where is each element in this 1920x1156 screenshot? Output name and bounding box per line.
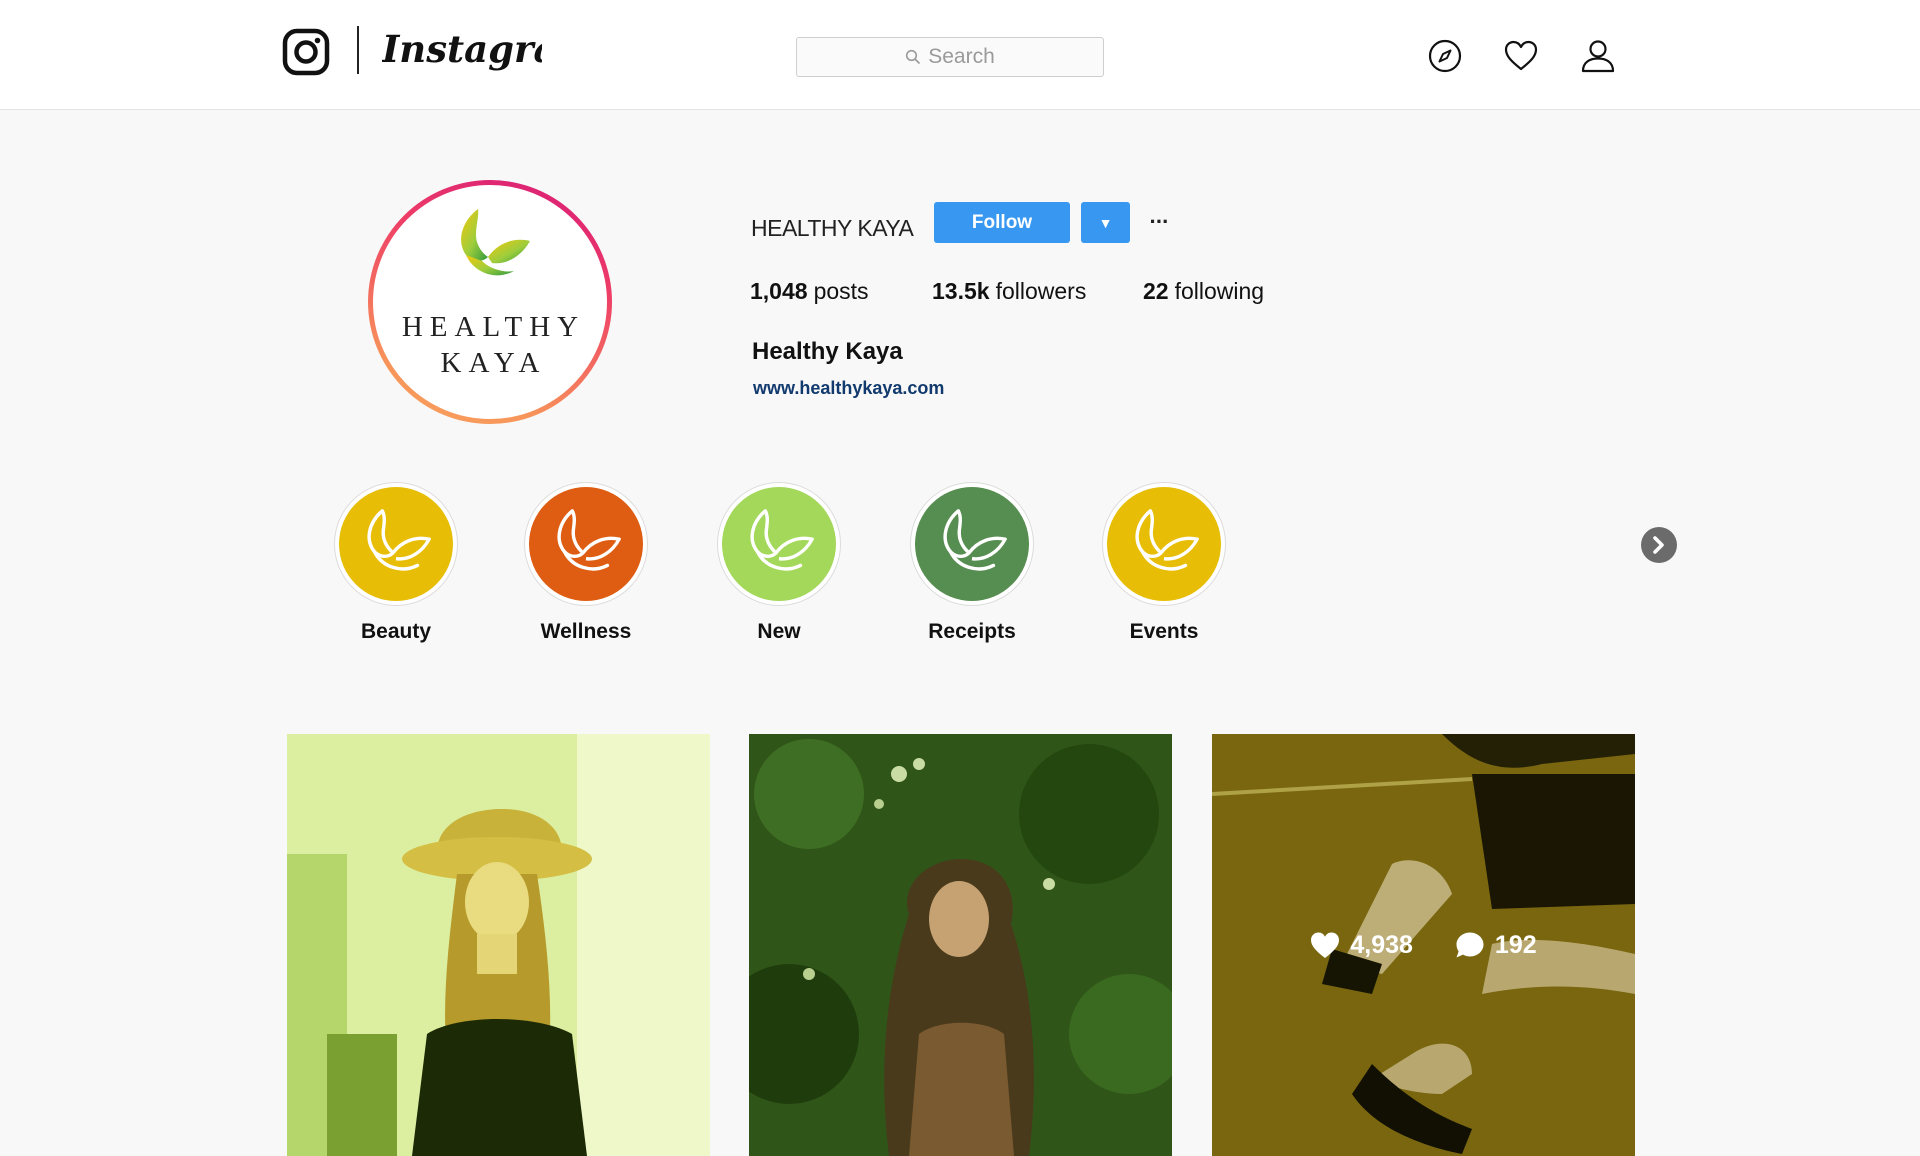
following-count-label: following	[1174, 278, 1265, 304]
avatar-logo: HEALTHY KAYA	[373, 185, 607, 419]
avatar-brand-line-2: KAYA	[440, 347, 547, 379]
followers-count-stat[interactable]: 13.5k followers	[932, 278, 1086, 305]
chevron-right-icon	[1653, 536, 1664, 554]
heart-icon[interactable]	[1503, 38, 1539, 74]
highlight-cover	[529, 487, 643, 601]
posts-count-stat: 1,048 posts	[750, 278, 869, 305]
avatar-brand-line-1: HEALTHY	[401, 311, 586, 343]
butterfly-leaf-icon	[557, 509, 621, 571]
instagram-camera-icon[interactable]	[282, 28, 330, 76]
post-photo-woman-in-foliage	[749, 734, 1172, 1156]
post-thumbnail[interactable]	[749, 734, 1172, 1156]
highlight-cover	[339, 487, 453, 601]
butterfly-leaf-icon	[1135, 509, 1199, 571]
likes-count: 4,938	[1310, 931, 1413, 960]
user-profile-icon[interactable]	[1580, 38, 1616, 74]
follow-options-dropdown-button[interactable]: ▼	[1081, 202, 1130, 243]
posts-count-label: posts	[813, 278, 869, 304]
comment-bubble-icon	[1456, 932, 1484, 958]
search-input[interactable]: Search	[796, 37, 1104, 77]
highlight-cover	[915, 487, 1029, 601]
highlight-cover	[1107, 487, 1221, 601]
post-photo-woman-in-hat	[287, 734, 710, 1156]
highlight-wellness[interactable]: Wellness	[524, 482, 648, 643]
posts-count-value: 1,048	[750, 278, 808, 304]
wordmark-text: Instagram	[382, 27, 542, 71]
highlight-new[interactable]: New	[717, 482, 841, 643]
highlight-events[interactable]: Events	[1102, 482, 1226, 643]
highlight-label: Beauty	[360, 620, 432, 643]
highlight-label: New	[757, 620, 801, 643]
top-navigation-bar: Instagram Search	[0, 0, 1920, 110]
highlight-beauty[interactable]: Beauty	[334, 482, 458, 643]
post-thumbnail-hovered[interactable]: 4,938 192	[1212, 734, 1635, 1156]
triangle-down-icon: ▼	[1098, 214, 1113, 231]
more-options-button[interactable]: ···	[1145, 208, 1173, 236]
highlight-receipts[interactable]: Receipts	[910, 482, 1034, 643]
highlight-ring	[717, 482, 841, 606]
search-icon	[906, 49, 921, 65]
highlight-label: Events	[1129, 620, 1199, 643]
logo-divider	[357, 26, 359, 74]
highlight-label: Receipts	[928, 620, 1016, 643]
butterfly-leaf-icon	[943, 509, 1007, 571]
instagram-wordmark[interactable]: Instagram	[382, 18, 542, 84]
profile-avatar[interactable]: HEALTHY KAYA	[368, 180, 612, 424]
followers-count-label: followers	[995, 278, 1087, 304]
following-count-stat[interactable]: 22 following	[1143, 278, 1264, 305]
highlight-ring	[334, 482, 458, 606]
highlight-ring	[1102, 482, 1226, 606]
following-count-value: 22	[1143, 278, 1169, 304]
follow-button[interactable]: Follow	[934, 202, 1070, 243]
profile-username: HEALTHY KAYA	[751, 215, 914, 241]
butterfly-leaf-logo-icon	[461, 209, 530, 276]
heart-filled-icon	[1311, 932, 1340, 958]
highlight-label: Wellness	[540, 620, 632, 643]
highlight-ring	[524, 482, 648, 606]
profile-website-link[interactable]: www.healthykaya.com	[753, 378, 944, 399]
compass-icon[interactable]	[1427, 38, 1463, 74]
post-hover-overlay: 4,938 192	[1212, 734, 1635, 1156]
comments-count: 192	[1455, 931, 1537, 960]
profile-full-name: Healthy Kaya	[752, 338, 903, 365]
butterfly-leaf-icon	[367, 509, 431, 571]
highlights-next-button[interactable]	[1641, 527, 1677, 563]
comments-count-value: 192	[1494, 930, 1537, 959]
followers-count-value: 13.5k	[932, 278, 990, 304]
highlight-cover	[722, 487, 836, 601]
likes-count-value: 4,938	[1350, 930, 1413, 959]
search-placeholder: Search	[928, 45, 995, 68]
post-thumbnail[interactable]	[287, 734, 710, 1156]
ellipsis-icon: ···	[1149, 209, 1170, 234]
highlight-ring	[910, 482, 1034, 606]
butterfly-leaf-icon	[750, 509, 814, 571]
